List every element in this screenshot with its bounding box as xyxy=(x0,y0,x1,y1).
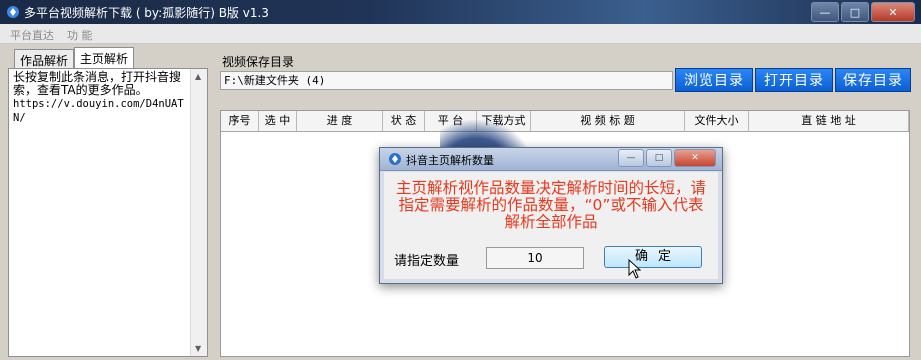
save-dir-button[interactable]: 保存目录 xyxy=(835,68,911,92)
dialog-app-icon xyxy=(389,153,401,165)
tab-homepage-parse[interactable]: 主页解析 xyxy=(74,47,135,70)
dialog-window-controls: — □ ✕ xyxy=(618,149,716,167)
browse-dir-button[interactable]: 浏览目录 xyxy=(675,68,753,92)
col-progress[interactable]: 进 度 xyxy=(297,111,383,131)
col-index[interactable]: 序号 xyxy=(221,111,259,131)
window-title: 多平台视频解析下载 ( by:孤影随行) B版 v1.3 xyxy=(24,6,269,20)
close-button[interactable]: ✕ xyxy=(871,2,915,22)
count-label: 请指定数量 xyxy=(394,254,460,269)
save-dir-label: 视频保存目录 xyxy=(222,55,295,69)
dialog-maximize-button[interactable]: □ xyxy=(646,149,672,167)
count-input[interactable]: 10 xyxy=(486,247,584,269)
maximize-button[interactable]: □ xyxy=(841,2,869,22)
window-controls: — □ ✕ xyxy=(811,2,915,22)
menu-bar: 平台直达 功 能 xyxy=(0,24,921,44)
app-icon xyxy=(7,6,19,18)
scroll-up-icon[interactable]: ▲ xyxy=(195,72,201,81)
window-titlebar: 多平台视频解析下载 ( by:孤影随行) B版 v1.3 — □ ✕ xyxy=(0,0,921,24)
dialog-message: 主页解析视作品数量决定解析时间的长短，请指定需要解析的作品数量，“0”或不输入代… xyxy=(395,179,706,231)
link-textarea[interactable]: 长按复制此条消息，打开抖音搜索，查看TA的更多作品。 https://v.dou… xyxy=(8,68,208,357)
ok-button[interactable]: 确定 xyxy=(604,246,702,268)
scroll-down-icon[interactable]: ▼ xyxy=(195,344,201,353)
table-header: 序号 选 中 进 度 状 态 平 台 下载方式 视 频 标 题 文件大小 直 链… xyxy=(221,111,909,132)
homepage-count-dialog: 抖音主页解析数量 — □ ✕ 主页解析视作品数量决定解析时间的长短，请指定需要解… xyxy=(379,147,723,284)
share-url: https://v.douyin.com/D4nUATN/ xyxy=(13,98,184,124)
dialog-body: 主页解析视作品数量决定解析时间的长短，请指定需要解析的作品数量，“0”或不输入代… xyxy=(384,172,718,279)
dialog-close-button[interactable]: ✕ xyxy=(674,149,716,167)
menu-functions[interactable]: 功 能 xyxy=(67,27,93,43)
menu-platform-direct[interactable]: 平台直达 xyxy=(10,27,54,43)
col-direct-link[interactable]: 直 链 地 址 xyxy=(749,111,909,131)
col-video-title[interactable]: 视 频 标 题 xyxy=(531,111,685,131)
share-message: 长按复制此条消息，打开抖音搜索，查看TA的更多作品。 xyxy=(13,70,182,97)
dialog-title: 抖音主页解析数量 xyxy=(406,154,494,167)
open-dir-button[interactable]: 打开目录 xyxy=(755,68,833,92)
col-select[interactable]: 选 中 xyxy=(259,111,297,131)
minimize-button[interactable]: — xyxy=(811,2,839,22)
vertical-scrollbar[interactable]: ▲ ▼ xyxy=(190,69,207,356)
col-file-size[interactable]: 文件大小 xyxy=(685,111,749,131)
save-path-field[interactable]: F:\新建文件夹 (4) xyxy=(220,71,673,90)
col-status[interactable]: 状 态 xyxy=(383,111,425,131)
mouse-cursor-icon xyxy=(628,259,642,279)
dialog-minimize-button[interactable]: — xyxy=(618,149,644,167)
left-tabs: 作品解析 主页解析 xyxy=(14,47,135,70)
link-text: 长按复制此条消息，打开抖音搜索，查看TA的更多作品。 https://v.dou… xyxy=(13,71,189,125)
dialog-titlebar: 抖音主页解析数量 — □ ✕ xyxy=(380,148,722,171)
tab-work-parse[interactable]: 作品解析 xyxy=(14,49,75,70)
